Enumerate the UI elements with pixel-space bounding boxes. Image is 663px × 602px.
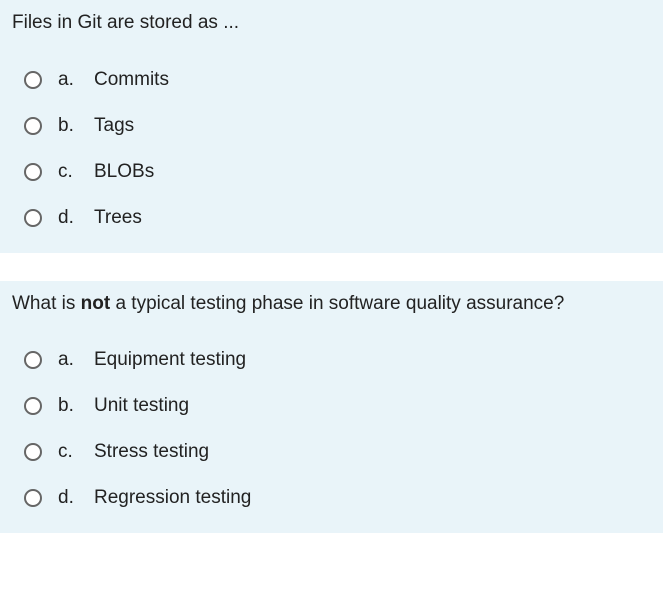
- radio-button[interactable]: [24, 397, 42, 415]
- option-c: c. BLOBs: [24, 161, 651, 183]
- option-letter: a.: [58, 349, 86, 371]
- option-b: b. Unit testing: [24, 395, 651, 417]
- question-2: What is not a typical testing phase in s…: [0, 281, 663, 534]
- option-text: Tags: [94, 115, 134, 137]
- option-a: a. Equipment testing: [24, 349, 651, 371]
- option-b: b. Tags: [24, 115, 651, 137]
- option-letter: c.: [58, 441, 86, 463]
- option-text: BLOBs: [94, 161, 154, 183]
- radio-button[interactable]: [24, 489, 42, 507]
- option-a: a. Commits: [24, 69, 651, 91]
- option-letter: d.: [58, 207, 86, 229]
- radio-button[interactable]: [24, 351, 42, 369]
- options-list: a. Equipment testing b. Unit testing c. …: [12, 349, 651, 509]
- question-separator: [0, 253, 663, 281]
- radio-button[interactable]: [24, 117, 42, 135]
- option-letter: b.: [58, 395, 86, 417]
- option-d: d. Trees: [24, 207, 651, 229]
- option-d: d. Regression testing: [24, 487, 651, 509]
- question-prompt: What is not a typical testing phase in s…: [12, 291, 651, 318]
- radio-button[interactable]: [24, 163, 42, 181]
- option-text: Equipment testing: [94, 349, 246, 371]
- option-text: Stress testing: [94, 441, 209, 463]
- question-prompt: Files in Git are stored as ...: [12, 10, 651, 37]
- option-c: c. Stress testing: [24, 441, 651, 463]
- question-1: Files in Git are stored as ... a. Commit…: [0, 0, 663, 253]
- option-letter: a.: [58, 69, 86, 91]
- option-text: Trees: [94, 207, 142, 229]
- option-text: Unit testing: [94, 395, 189, 417]
- radio-button[interactable]: [24, 209, 42, 227]
- option-letter: d.: [58, 487, 86, 509]
- radio-button[interactable]: [24, 71, 42, 89]
- option-text: Commits: [94, 69, 169, 91]
- option-text: Regression testing: [94, 487, 251, 509]
- options-list: a. Commits b. Tags c. BLOBs d. Trees: [12, 69, 651, 229]
- option-letter: c.: [58, 161, 86, 183]
- radio-button[interactable]: [24, 443, 42, 461]
- option-letter: b.: [58, 115, 86, 137]
